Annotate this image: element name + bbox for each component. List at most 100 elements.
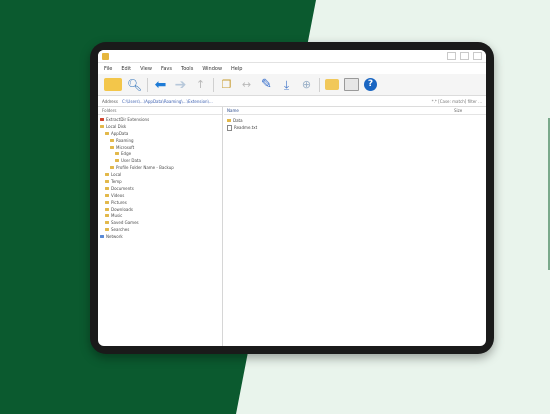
- folder-icon: [105, 131, 109, 135]
- tablet-frame: File Edit View Favs Tools Window Help 🔍︎…: [90, 42, 494, 354]
- tree-item[interactable]: Local Disk: [100, 123, 222, 130]
- tree-item[interactable]: AppData: [100, 130, 222, 137]
- folder-icon: [110, 145, 114, 149]
- tree-item[interactable]: Documents: [100, 185, 222, 192]
- tree-item[interactable]: Pictures: [100, 199, 222, 206]
- tree-item[interactable]: Saved Games: [100, 219, 222, 226]
- folder-icon: [227, 119, 231, 122]
- tree-header: Folders: [98, 107, 222, 115]
- file-name: Data: [233, 118, 243, 123]
- folder-icon: [110, 138, 114, 142]
- folder-icon: [115, 152, 119, 156]
- list-header: Name Size: [224, 107, 486, 115]
- folder-icon: [100, 124, 104, 128]
- folder-icon: [105, 207, 109, 211]
- tree-item-label: ExtractDir Extensions: [106, 116, 150, 122]
- tree-item[interactable]: Microsoft: [100, 144, 222, 151]
- toolbar: 🔍︎ ⬅︎ ➔ ↑ ❐ ↔ ✎ ⤓ ⊕ ?: [98, 74, 486, 96]
- tree-item[interactable]: Searches: [100, 226, 222, 233]
- folder-icon: [110, 166, 114, 170]
- file-name: Readme.txt: [234, 125, 258, 130]
- tree-item-label: Videos: [111, 192, 125, 198]
- toolbar-separator: [319, 77, 320, 92]
- tree-item[interactable]: ExtractDir Extensions: [100, 116, 222, 123]
- tree-item[interactable]: Temp: [100, 178, 222, 185]
- tree-item-label: Temp: [111, 178, 122, 184]
- menu-file[interactable]: File: [104, 66, 112, 72]
- window-controls: [447, 52, 482, 60]
- tree-item-label: AppData: [111, 130, 129, 136]
- help-icon[interactable]: ?: [364, 78, 377, 91]
- tree-item-label: Documents: [111, 185, 134, 191]
- folder-icon: [115, 159, 119, 163]
- toolbar-separator: [147, 77, 148, 92]
- tree-item[interactable]: Network: [100, 233, 222, 240]
- minimize-button[interactable]: [447, 52, 456, 60]
- download-icon[interactable]: ⤓: [279, 77, 294, 92]
- tree-item-label: Music: [111, 213, 123, 219]
- tree-item-label: Edge: [121, 151, 132, 157]
- tree-item-label: Downloads: [111, 206, 133, 212]
- search-icon[interactable]: 🔍︎: [127, 77, 142, 92]
- folder-icon: [105, 228, 109, 232]
- tree-item-label: Pictures: [111, 199, 127, 205]
- folder-tree[interactable]: ExtractDir Extensions Local Disk AppData Ro…: [98, 116, 222, 346]
- panel-icon[interactable]: [344, 78, 359, 91]
- menu-favs[interactable]: Favs: [161, 66, 172, 72]
- pen-icon[interactable]: ✎: [259, 77, 274, 92]
- tree-item[interactable]: Profile Folder Name - Backup: [100, 164, 222, 171]
- maximize-button[interactable]: [460, 52, 469, 60]
- folder-icon: [100, 235, 104, 239]
- toolbar-separator: [213, 77, 214, 92]
- up-icon[interactable]: ↑: [193, 77, 208, 92]
- tree-item[interactable]: User Data: [100, 157, 222, 164]
- close-button[interactable]: [473, 52, 482, 60]
- tree-item-label: Searches: [111, 227, 130, 233]
- window-titlebar: [98, 50, 486, 63]
- tree-item-label: Microsoft: [116, 144, 135, 150]
- address-path[interactable]: C:\Users\...\AppData\Roaming\...\Extensi…: [122, 99, 297, 104]
- tree-item[interactable]: Local: [100, 171, 222, 178]
- address-label: Address: [102, 99, 118, 104]
- tree-item-label: Local Disk: [106, 123, 127, 129]
- menu-bar: File Edit View Favs Tools Window Help: [98, 63, 486, 74]
- document-icon: [227, 124, 232, 131]
- file-row[interactable]: Data: [224, 117, 486, 124]
- tree-item[interactable]: Music: [100, 212, 222, 219]
- tree-item[interactable]: Roaming: [100, 137, 222, 144]
- tree-item-label: Profile Folder Name - Backup: [116, 165, 174, 171]
- app-icon: [102, 52, 109, 60]
- folder-icon: [105, 221, 109, 225]
- tree-item[interactable]: Downloads: [100, 206, 222, 213]
- filter-field[interactable]: *.* [Case: match] filter ...: [432, 99, 482, 104]
- file-row[interactable]: Readme.txt: [224, 124, 486, 131]
- menu-help[interactable]: Help: [231, 66, 242, 72]
- tree-item[interactable]: Videos: [100, 192, 222, 199]
- tree-item-label: User Data: [121, 158, 141, 164]
- folder-icon: [105, 186, 109, 190]
- move-icon[interactable]: ↔: [239, 77, 254, 92]
- tablet-screen: File Edit View Favs Tools Window Help 🔍︎…: [98, 50, 486, 346]
- forward-arrow-icon[interactable]: ➔: [173, 77, 188, 92]
- menu-edit[interactable]: Edit: [121, 66, 131, 72]
- folder-icon[interactable]: [325, 79, 339, 90]
- column-size[interactable]: Size: [454, 107, 462, 115]
- copy-icon[interactable]: ❐: [219, 77, 234, 92]
- pane-divider[interactable]: [222, 107, 223, 346]
- tree-item[interactable]: Edge: [100, 150, 222, 157]
- folder-icon[interactable]: [104, 78, 122, 91]
- folder-icon: [100, 117, 104, 121]
- folder-icon: [105, 173, 109, 177]
- tree-item-label: Network: [106, 234, 123, 240]
- column-name[interactable]: Name: [227, 108, 239, 113]
- file-list[interactable]: Data Readme.txt: [224, 117, 486, 131]
- tree-item-label: Roaming: [116, 137, 134, 143]
- back-arrow-icon[interactable]: ⬅︎: [153, 77, 168, 92]
- menu-view[interactable]: View: [140, 66, 152, 72]
- menu-tools[interactable]: Tools: [181, 66, 193, 72]
- menu-window[interactable]: Window: [202, 66, 222, 72]
- folder-icon: [105, 193, 109, 197]
- folder-icon: [105, 179, 109, 183]
- add-icon[interactable]: ⊕: [299, 77, 314, 92]
- address-bar[interactable]: Address C:\Users\...\AppData\Roaming\...…: [98, 97, 486, 107]
